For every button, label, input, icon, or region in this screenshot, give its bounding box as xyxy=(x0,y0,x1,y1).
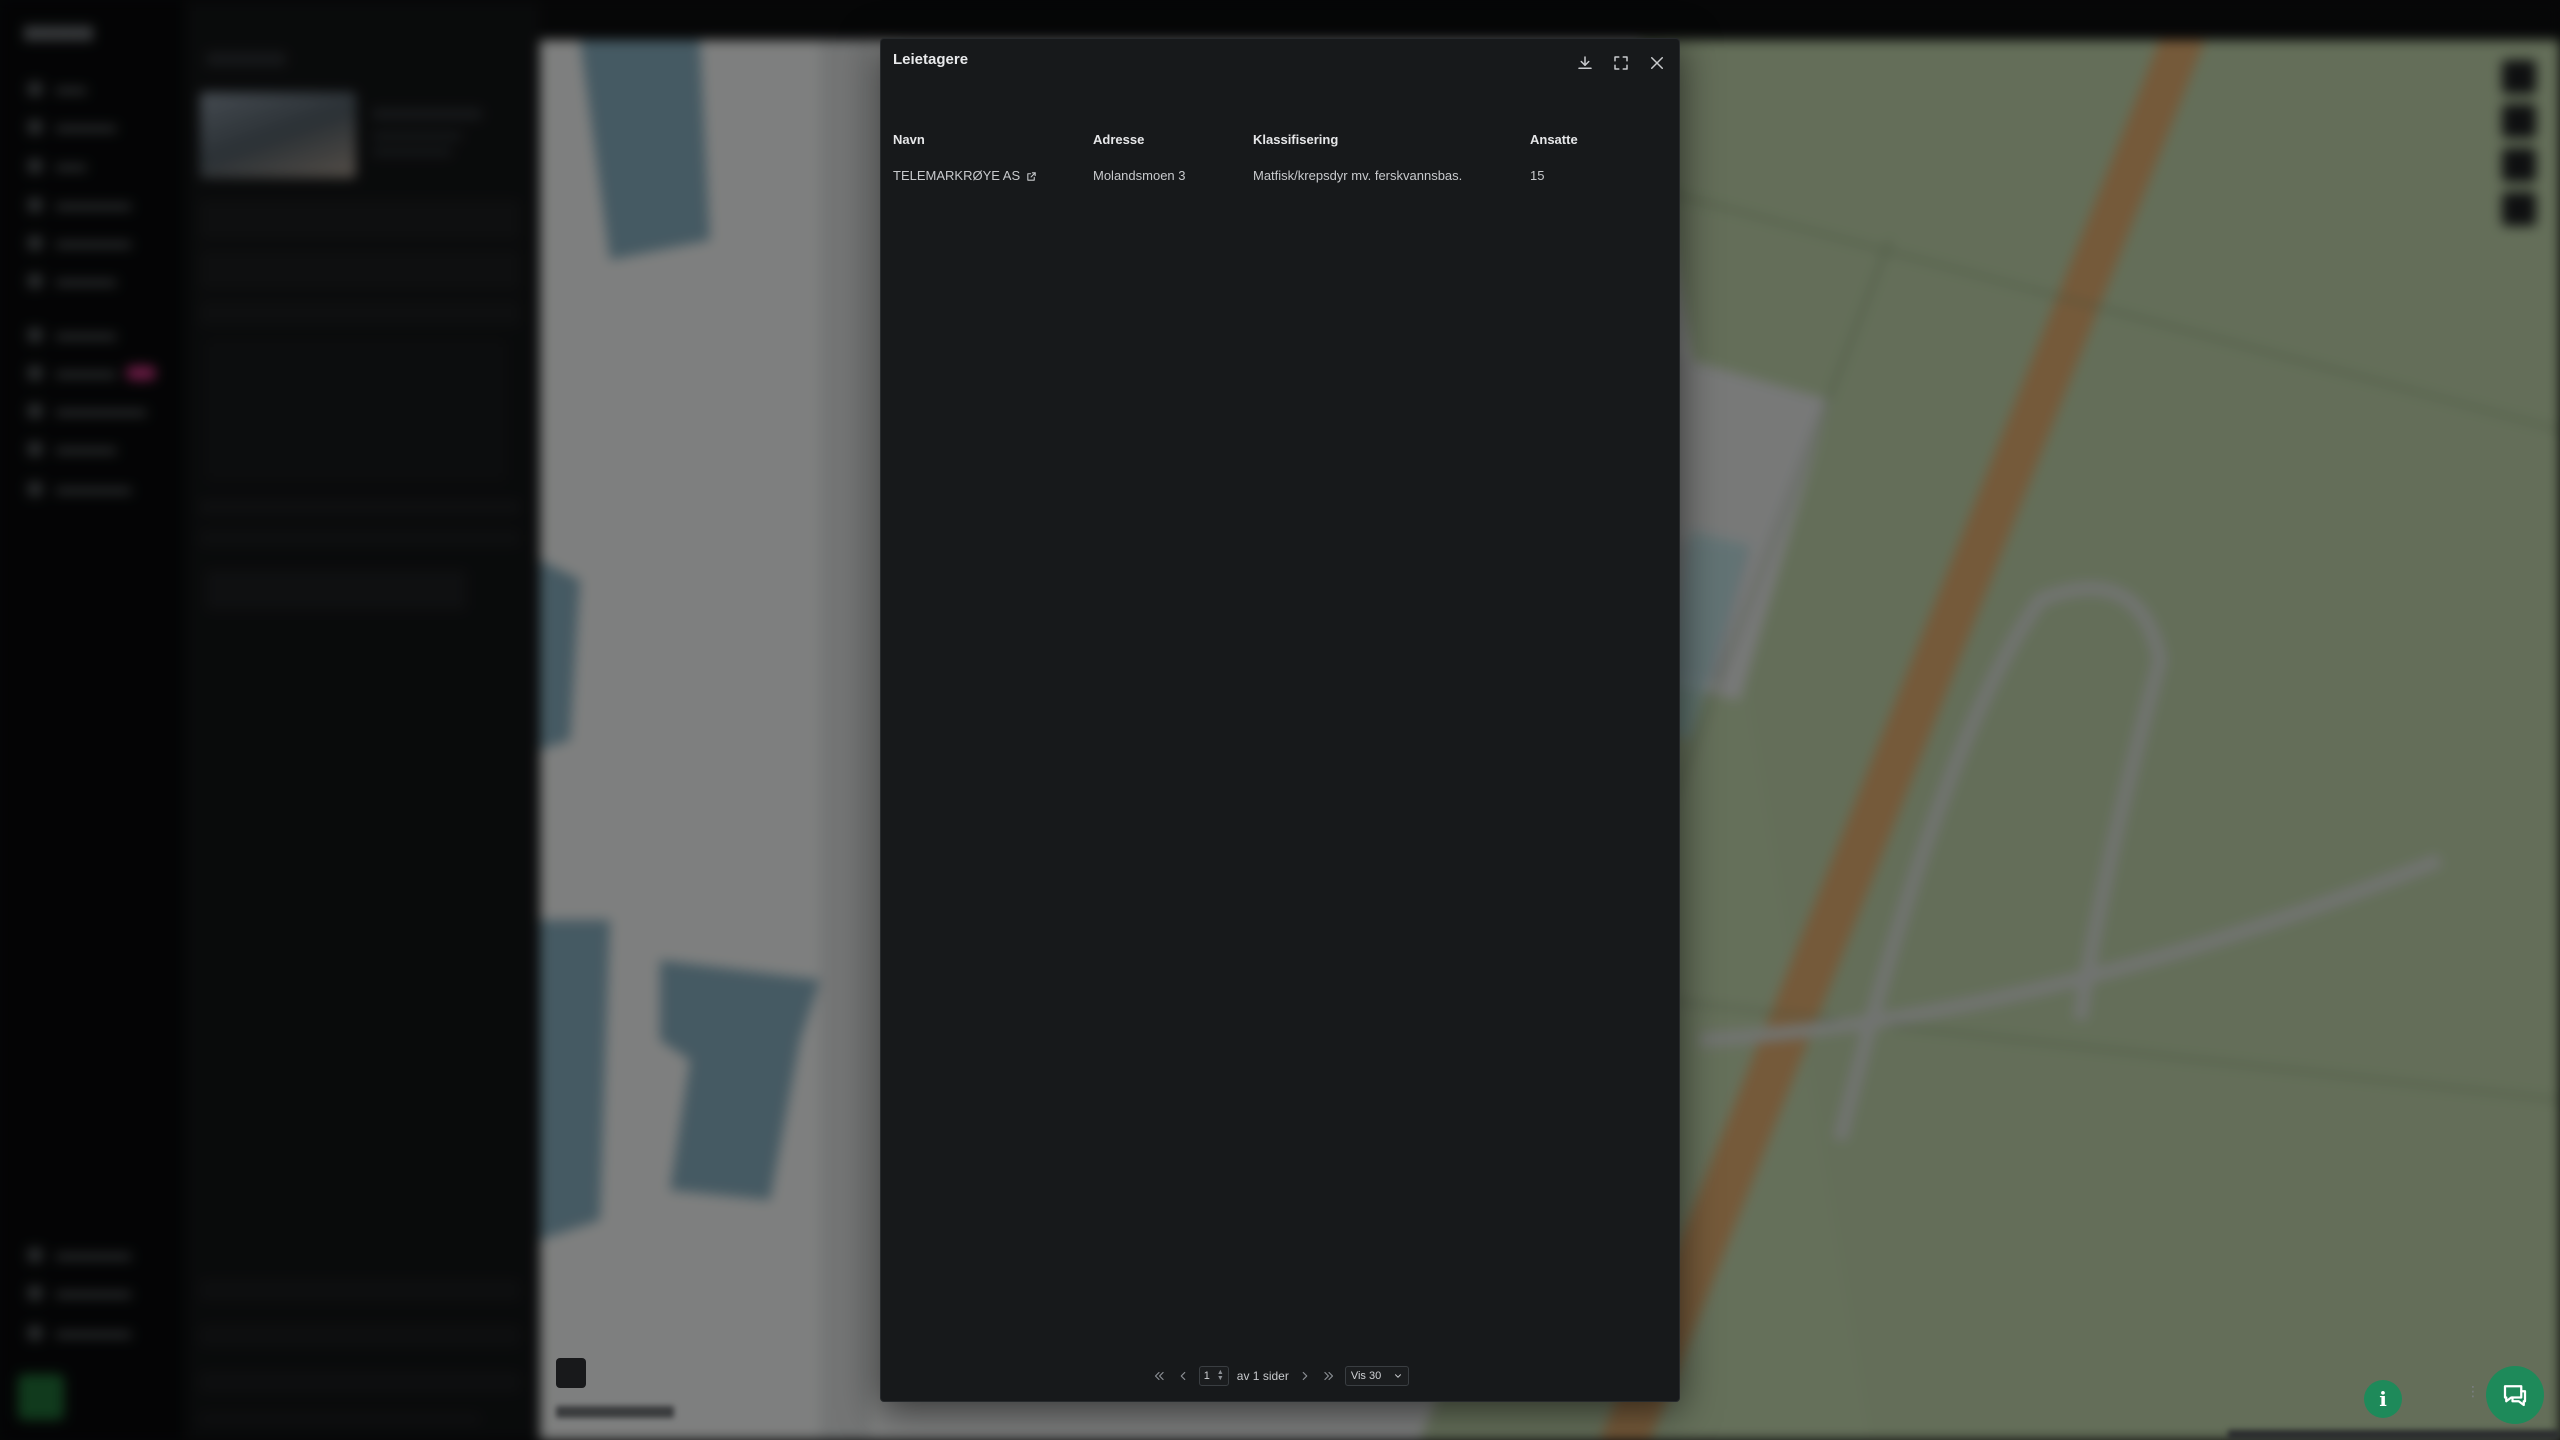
dialog-actions xyxy=(1573,51,1669,75)
previous-page-icon[interactable] xyxy=(1175,1368,1191,1384)
tenant-classification: Matfisk/krepsdyr mv. ferskvannsbas. xyxy=(1253,167,1463,183)
tenants-dialog: Leietagere Navn Adresse Klassifisering A… xyxy=(880,38,1680,1402)
drag-handle-icon[interactable]: ⋮⋮ xyxy=(2466,1384,2496,1408)
tenant-name-link[interactable]: TELEMARKRØYE AS xyxy=(893,168,1093,183)
map-layer-button[interactable] xyxy=(556,1358,586,1388)
pagination: 1 ▲ ▼ av 1 sider Vis 30 xyxy=(881,1365,1679,1387)
page-number-input[interactable]: 1 ▲ ▼ xyxy=(1198,1366,1229,1386)
dialog-title: Leietagere xyxy=(893,51,969,68)
tenant-name-cell: TELEMARKRØYE AS xyxy=(893,168,1093,183)
chevron-down-icon xyxy=(1395,1374,1402,1378)
map-scale-bar xyxy=(556,1406,674,1418)
page-count-text: av 1 sider xyxy=(1236,1369,1289,1383)
next-page-icon[interactable] xyxy=(1297,1368,1313,1384)
table-header: Navn Adresse Klassifisering Ansatte xyxy=(893,123,1669,155)
page-size-label: Vis 30 xyxy=(1350,1370,1382,1382)
expand-icon[interactable] xyxy=(1609,51,1633,75)
info-icon[interactable]: i xyxy=(2364,1380,2402,1418)
table-row: TELEMARKRØYE AS Molandsmoen 3 Matfisk/kr… xyxy=(893,155,1669,195)
column-header-ansatte[interactable]: Ansatte xyxy=(1530,132,1669,147)
map-attribution xyxy=(2228,1430,2560,1440)
last-page-icon[interactable] xyxy=(1321,1368,1337,1384)
first-page-icon[interactable] xyxy=(1151,1368,1167,1384)
download-icon[interactable] xyxy=(1573,51,1597,75)
column-header-adresse[interactable]: Adresse xyxy=(1093,132,1253,147)
column-header-navn[interactable]: Navn xyxy=(893,132,1093,147)
close-icon[interactable] xyxy=(1645,51,1669,75)
current-page: 1 xyxy=(1203,1370,1210,1382)
page-stepper-icon[interactable]: ▲ ▼ xyxy=(1217,1369,1224,1382)
tenant-name: TELEMARKRØYE AS xyxy=(893,167,1021,183)
tenant-address: Molandsmoen 3 xyxy=(1093,167,1186,183)
chat-icon[interactable] xyxy=(2486,1366,2544,1424)
column-header-klassifisering[interactable]: Klassifisering xyxy=(1253,132,1530,147)
tenant-employees: 15 xyxy=(1530,167,1545,183)
external-link-icon[interactable] xyxy=(1026,168,1037,183)
tenants-table: Navn Adresse Klassifisering Ansatte TELE… xyxy=(893,123,1669,195)
page-size-select[interactable]: Vis 30 xyxy=(1344,1366,1410,1386)
